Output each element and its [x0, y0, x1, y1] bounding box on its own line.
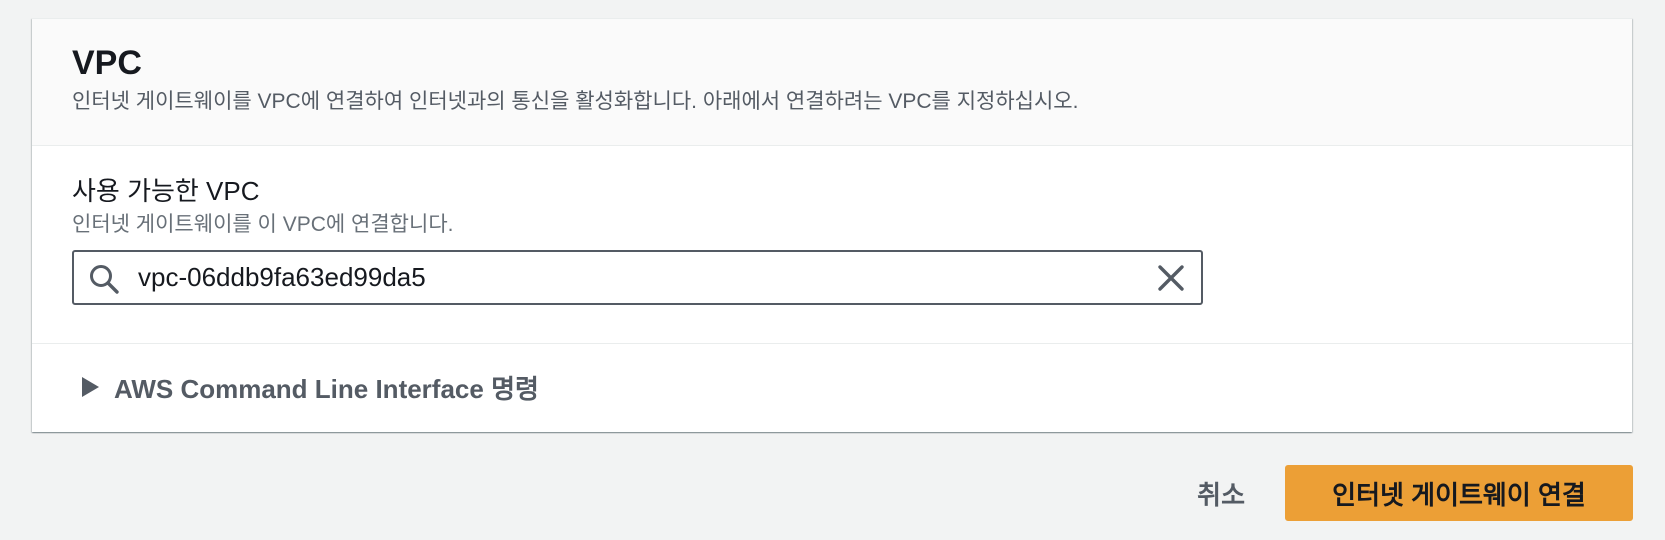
cancel-button[interactable]: 취소 — [1175, 465, 1267, 521]
panel-description: 인터넷 게이트웨이를 VPC에 연결하여 인터넷과의 통신을 활성화합니다. 아… — [72, 90, 1079, 113]
panel-header: VPC 인터넷 게이트웨이를 VPC에 연결하여 인터넷과의 통신을 활성화합니… — [32, 19, 1632, 146]
vpc-search-box[interactable] — [72, 250, 1203, 305]
cli-label[interactable]: AWS Command Line Interface 명령 — [114, 369, 539, 406]
close-icon[interactable] — [1155, 262, 1187, 294]
panel-body: 사용 가능한 VPC 인터넷 게이트웨이를 이 VPC에 연결합니다. — [32, 146, 1632, 344]
cli-expandable-section[interactable]: AWS Command Line Interface 명령 — [32, 344, 1632, 430]
panel-title: VPC — [72, 44, 142, 82]
caret-right-icon[interactable] — [80, 376, 100, 398]
field-label: 사용 가능한 VPC — [72, 176, 260, 206]
search-icon — [88, 263, 120, 295]
footer-actions: 취소 인터넷 게이트웨이 연결 — [1175, 465, 1633, 521]
field-description: 인터넷 게이트웨이를 이 VPC에 연결합니다. — [72, 213, 454, 236]
attach-internet-gateway-button[interactable]: 인터넷 게이트웨이 연결 — [1285, 465, 1633, 521]
vpc-panel: VPC 인터넷 게이트웨이를 VPC에 연결하여 인터넷과의 통신을 활성화합니… — [32, 18, 1632, 432]
vpc-search-input[interactable] — [134, 252, 1114, 303]
